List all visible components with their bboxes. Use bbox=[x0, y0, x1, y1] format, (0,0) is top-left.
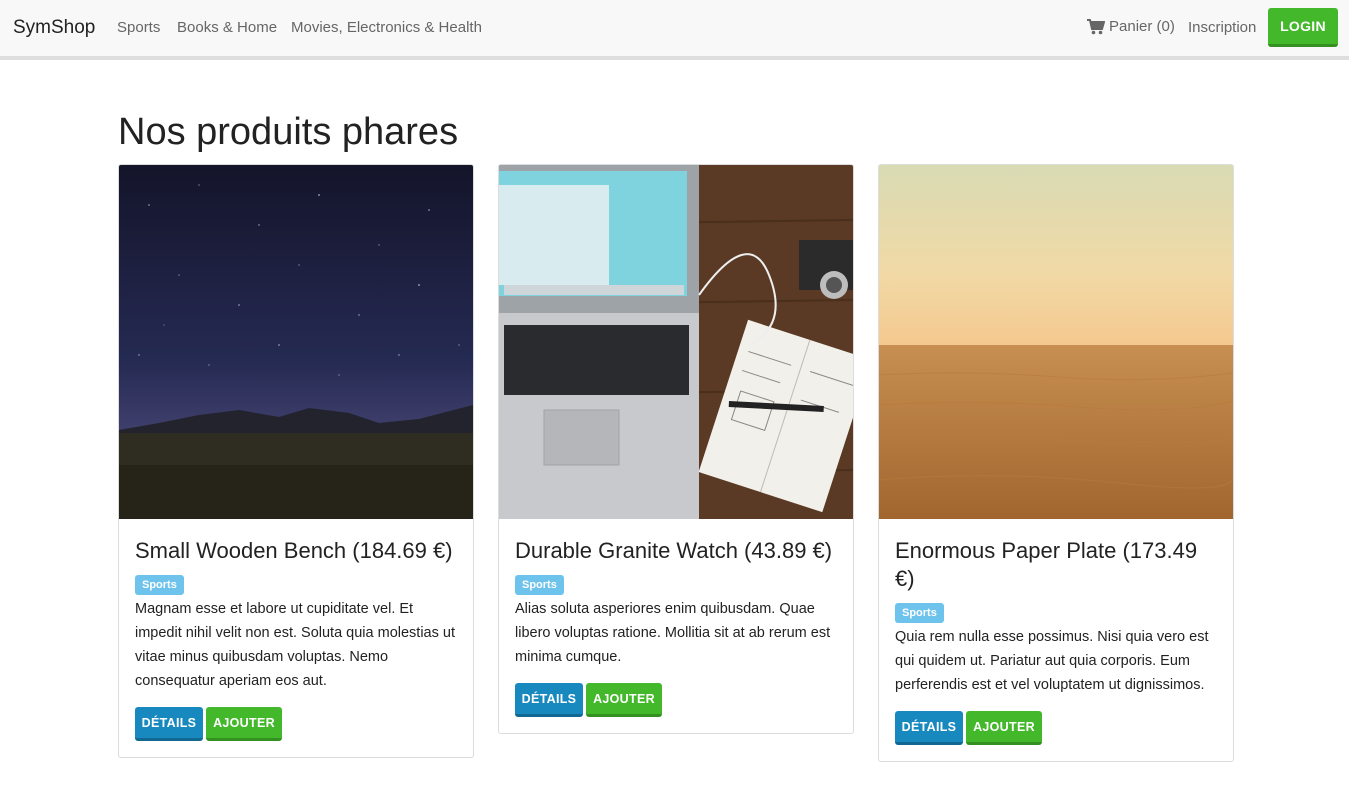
product-image-laptop-desk[interactable] bbox=[499, 165, 853, 519]
product-card: Enormous Paper Plate (173.49 €) Sports Q… bbox=[878, 164, 1234, 762]
card-actions: DÉTAILS AJOUTER bbox=[515, 683, 837, 717]
category-badge: Sports bbox=[515, 575, 564, 595]
cart-label: Panier (0) bbox=[1109, 18, 1175, 35]
category-badge: Sports bbox=[895, 603, 944, 623]
card-actions: DÉTAILS AJOUTER bbox=[135, 707, 457, 741]
product-card: Durable Granite Watch (43.89 €) Sports A… bbox=[498, 164, 854, 734]
product-card: Small Wooden Bench (184.69 €) Sports Mag… bbox=[118, 164, 474, 758]
product-description: Quia rem nulla esse possimus. Nisi quia … bbox=[895, 629, 1209, 693]
cart-link[interactable]: Panier (0) bbox=[1087, 18, 1175, 35]
nav-link-sports[interactable]: Sports bbox=[117, 19, 160, 36]
product-title[interactable]: Small Wooden Bench (184.69 €) bbox=[135, 537, 457, 565]
register-link[interactable]: Inscription bbox=[1188, 19, 1256, 36]
product-title[interactable]: Enormous Paper Plate (173.49 €) bbox=[895, 537, 1217, 593]
nav-link-books-home[interactable]: Books & Home bbox=[177, 19, 277, 36]
top-navbar: SymShop Sports Books & Home Movies, Elec… bbox=[0, 0, 1349, 60]
details-button[interactable]: DÉTAILS bbox=[515, 683, 583, 717]
product-title[interactable]: Durable Granite Watch (43.89 €) bbox=[515, 537, 837, 565]
details-button[interactable]: DÉTAILS bbox=[895, 711, 963, 745]
product-image-night-sky[interactable] bbox=[119, 165, 473, 519]
product-description: Alias soluta asperiores enim quibusdam. … bbox=[515, 601, 831, 665]
login-button[interactable]: LOGIN bbox=[1268, 8, 1338, 47]
shopping-cart-icon bbox=[1087, 18, 1105, 34]
page-title: Nos produits phares bbox=[118, 111, 459, 153]
details-button[interactable]: DÉTAILS bbox=[135, 707, 203, 741]
add-to-cart-button[interactable]: AJOUTER bbox=[586, 683, 662, 717]
product-description: Magnam esse et labore ut cupiditate vel.… bbox=[135, 601, 455, 689]
product-image-desert[interactable] bbox=[879, 165, 1233, 519]
category-badge: Sports bbox=[135, 575, 184, 595]
add-to-cart-button[interactable]: AJOUTER bbox=[966, 711, 1042, 745]
card-body: Small Wooden Bench (184.69 €) Sports Mag… bbox=[119, 519, 473, 757]
card-body: Enormous Paper Plate (173.49 €) Sports Q… bbox=[879, 519, 1233, 761]
nav-link-movies-electronics-health[interactable]: Movies, Electronics & Health bbox=[291, 19, 482, 36]
add-to-cart-button[interactable]: AJOUTER bbox=[206, 707, 282, 741]
brand-logo-link[interactable]: SymShop bbox=[13, 17, 95, 39]
card-actions: DÉTAILS AJOUTER bbox=[895, 711, 1217, 745]
card-body: Durable Granite Watch (43.89 €) Sports A… bbox=[499, 519, 853, 733]
